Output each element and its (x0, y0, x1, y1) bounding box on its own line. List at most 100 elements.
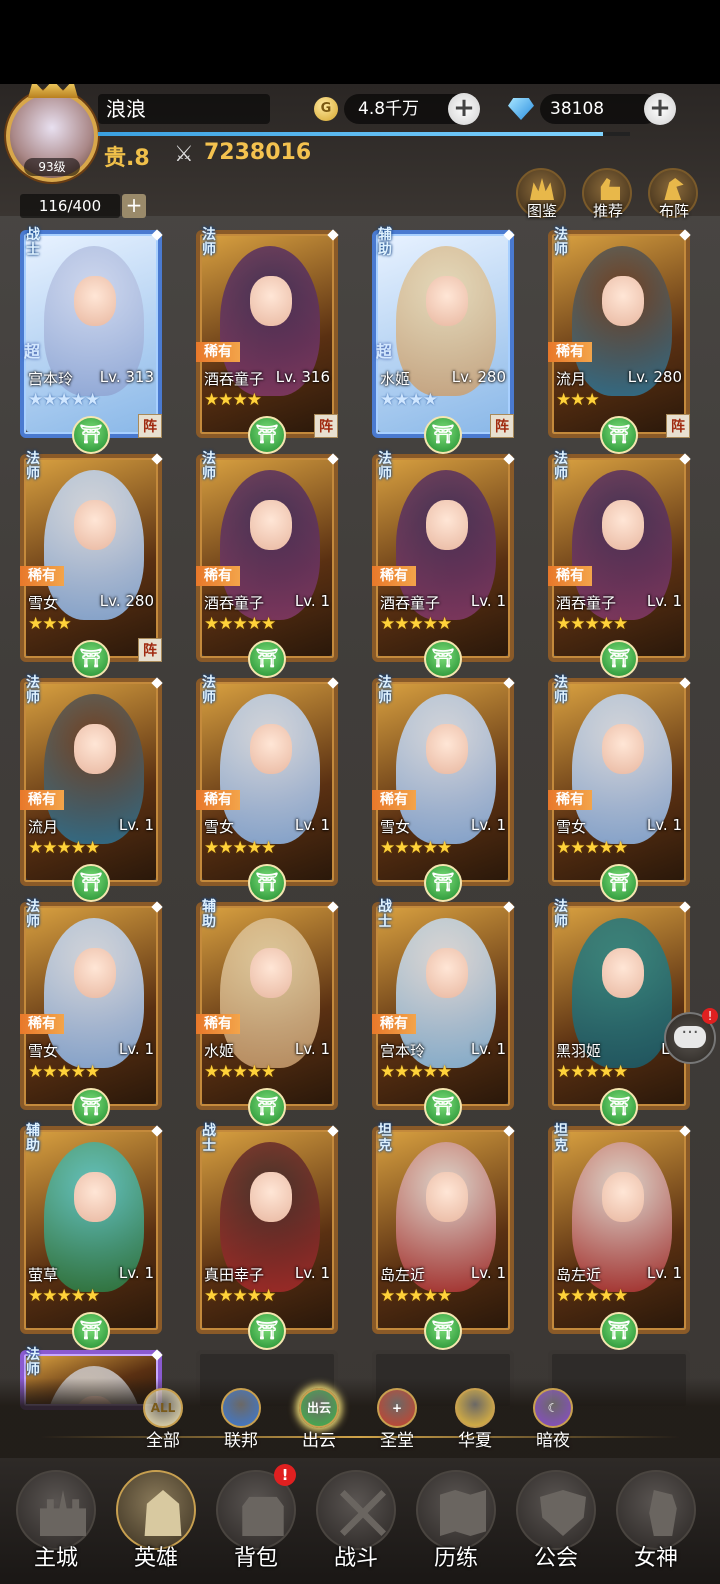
hero-card[interactable]: 法师 稀有 酒吞童子 Lv. 1 ★★★★★ ⛩ (548, 452, 691, 678)
nav-crossed-swords[interactable]: 战斗 (310, 1466, 400, 1584)
hero-card[interactable]: 法师 稀有 流月 Lv. 1 ★★★★★ ⛩ (20, 676, 163, 902)
faction-tab-5[interactable]: ☾ 暗夜 (522, 1388, 582, 1451)
star-icon: ★ (613, 614, 628, 634)
hero-card[interactable]: 坦克 岛左近 Lv. 1 ★★★★★ ⛩ (372, 1124, 515, 1350)
star-icon: ★ (422, 390, 438, 410)
codex-label: 图鉴 (526, 202, 557, 220)
faction-torii-icon: ⛩ (248, 864, 286, 902)
star-icon: ★ (394, 1286, 409, 1306)
star-icon: ★ (422, 614, 438, 634)
nav-map[interactable]: 历练 (410, 1466, 500, 1584)
hero-level: Lv. 1 (470, 816, 506, 834)
star-icon: ★ (246, 614, 262, 634)
recommend-button[interactable]: 推荐 (582, 168, 632, 220)
player-level: 93级 (24, 158, 80, 176)
hero-art-face (250, 276, 292, 326)
hero-card[interactable]: 坦克 岛左近 Lv. 1 ★★★★★ ⛩ (548, 1124, 691, 1350)
faction-tab-2[interactable]: 出云 出云 (288, 1388, 348, 1451)
hero-name: 雪女 (380, 818, 411, 836)
gear-icon (221, 1388, 261, 1428)
hero-card[interactable]: 辅助 萤草 Lv. 1 ★★★★★ ⛩ (20, 1124, 163, 1350)
nav-backpack[interactable]: 背包! (210, 1464, 300, 1584)
hero-card[interactable]: 法师 稀有 酒吞童子 Lv. 1 ★★★★★ ⛩ (372, 452, 515, 678)
in-formation-badge: 阵 (666, 414, 690, 438)
add-diamond-button[interactable]: + (644, 93, 676, 125)
hero-card[interactable]: 法师 稀有 酒吞童子 Lv. 1 ★★★★★ ⛩ (196, 452, 339, 678)
add-gold-button[interactable]: + (448, 93, 480, 125)
faction-tab-0[interactable]: ALL 全部 (132, 1388, 192, 1451)
star-icon: ★ (246, 1062, 262, 1082)
hero-card[interactable]: 法师 稀有 雪女 Lv. 1 ★★★★★ ⛩ (372, 676, 515, 902)
in-formation-badge: 阵 (138, 414, 162, 438)
codex-button[interactable]: 图鉴 (516, 168, 566, 220)
hero-card[interactable]: 战士超宫本玲 Lv. 313 ★★★★★ ⛩ 阵 (20, 228, 163, 454)
player-header: 93级 浪浪 4.8千万 G + 38108 + 贵.8 ⚔ 7238016 1… (0, 84, 720, 220)
diamond-icon (508, 98, 534, 120)
hero-art-face (426, 1172, 468, 1222)
nav-hero[interactable]: 英雄 (110, 1466, 200, 1584)
hero-card[interactable]: 法师 稀有 雪女 Lv. 1 ★★★★★ ⛩ (196, 676, 339, 902)
star-icon: ★ (570, 1062, 585, 1082)
star-icon: ★ (232, 1062, 248, 1082)
hero-card[interactable]: 战士 稀有 宫本玲 Lv. 1 ★★★★★ ⛩ (372, 899, 515, 1126)
hero-name: 酒吞童子 (204, 594, 265, 612)
nav-icon-circle (316, 1470, 396, 1550)
star-icon: ★ (408, 1062, 424, 1082)
faction-tab-4[interactable]: 华夏 (444, 1388, 504, 1451)
hero-card[interactable]: 辅助 稀有 水姬 Lv. 1 ★★★★★ ⛩ (196, 900, 339, 1126)
in-formation-badge: 阵 (314, 414, 338, 438)
hero-art-face (426, 500, 468, 550)
star-icon: ★ (232, 390, 248, 410)
faction-tab-label: 全部 (146, 1431, 180, 1451)
hero-card[interactable]: 法师 稀有 雪女 Lv. 280 ★★★ ⛩ 阵 (20, 452, 163, 678)
backpack-icon (242, 1496, 284, 1536)
hero-grid: 战士超宫本玲 Lv. 313 ★★★★★ ⛩ 阵法师 稀有 酒吞童子 Lv. 316 ★★★★ ⛩… (0, 226, 720, 1482)
star-icon: ★ (613, 1062, 628, 1082)
nav-icon-circle (616, 1470, 696, 1550)
vip-level: 贵.8 (104, 146, 150, 171)
nav-label: 历练 (433, 1546, 478, 1571)
faction-tab-1[interactable]: 联邦 (210, 1388, 270, 1451)
hero-role-badge: 辅助 (378, 227, 392, 258)
expand-slots-button[interactable]: + (122, 194, 146, 218)
hero-art-face (250, 500, 292, 550)
star-icon: ★ (437, 1062, 452, 1082)
map-icon (440, 1490, 486, 1536)
hero-art-face (250, 948, 292, 998)
crossed-swords-icon: ⚔ (174, 142, 194, 167)
nav-guild-shield[interactable]: 公会 (510, 1466, 600, 1584)
hero-name: 酒吞童子 (556, 594, 617, 612)
star-icon: ★ (556, 838, 571, 858)
hero-card[interactable]: 法师 稀有 雪女 Lv. 1 ★★★★★ ⛩ (548, 676, 691, 902)
star-icon: ★ (556, 1062, 571, 1082)
formation-button[interactable]: 布阵 (648, 168, 698, 220)
chat-button[interactable]: ··· ! (664, 1008, 718, 1064)
hero-card[interactable]: 战士 真田幸子 Lv. 1 ★★★★★ ⛩ (196, 1124, 339, 1350)
star-icon: ★ (408, 390, 424, 410)
hero-rarity-badge: 稀有 (20, 1014, 64, 1034)
nav-label: 战斗 (333, 1546, 378, 1571)
star-icon: ★ (218, 838, 233, 858)
hero-card[interactable]: 法师黑羽姬Lv.★★★★★⛩ (548, 900, 691, 1126)
nav-icon-circle (416, 1470, 496, 1550)
player-avatar[interactable]: 93级 (6, 84, 98, 182)
faction-tab-3[interactable]: + 圣堂 (366, 1388, 426, 1451)
nav-castle[interactable]: 主城 (10, 1466, 100, 1584)
cross-icon: + (377, 1388, 417, 1428)
hero-star-rating: ★★★★ (204, 390, 262, 410)
hero-star-rating: ★★★★★ (204, 1286, 276, 1306)
hero-card[interactable]: 法师 稀有 流月 Lv. 280 ★★★ ⛩ 阵 (548, 228, 691, 454)
star-icon: ★ (56, 390, 72, 410)
hero-art-face (602, 500, 644, 550)
star-icon: ★ (42, 838, 57, 858)
hero-role-badge: 战士 (378, 899, 392, 930)
hero-card[interactable]: 法师 稀有 雪女 Lv. 1 ★★★★★ ⛩ (20, 900, 163, 1126)
faction-torii-icon: ⛩ (72, 1312, 110, 1350)
hero-star-rating: ★★★★★ (556, 838, 628, 858)
hero-name: 水姬 (380, 370, 411, 388)
hero-card[interactable]: 法师 稀有 酒吞童子 Lv. 316 ★★★★ ⛩ 阵 (196, 228, 339, 454)
hero-card[interactable]: 辅助超水姬 Lv. 280 ★★★★ ⛩ 阵 (372, 227, 515, 454)
star-icon: ★ (598, 1286, 614, 1306)
nav-goddess[interactable]: 女神 (610, 1466, 700, 1584)
hero-rarity-badge: 超 (23, 342, 40, 361)
